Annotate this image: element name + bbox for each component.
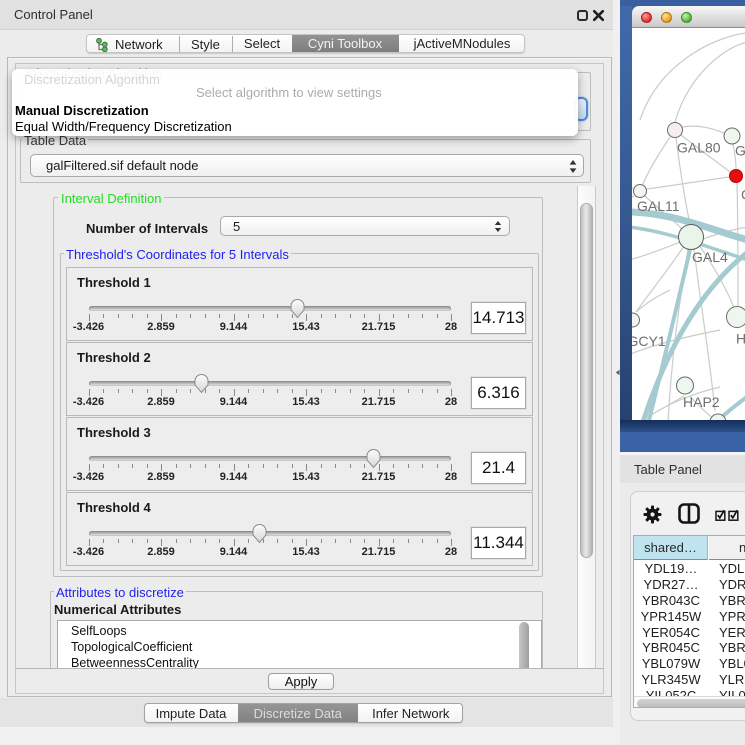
svg-text:HAP2: HAP2: [683, 394, 720, 410]
svg-text:GAL80: GAL80: [677, 140, 721, 156]
svg-text:G.: G.: [735, 143, 745, 159]
svg-text:H: H: [736, 331, 745, 347]
svg-text:GAL11: GAL11: [637, 198, 680, 214]
svg-text:GCY1: GCY1: [632, 333, 666, 349]
svg-text:C: C: [741, 187, 745, 203]
svg-text:GAL4: GAL4: [692, 249, 728, 265]
